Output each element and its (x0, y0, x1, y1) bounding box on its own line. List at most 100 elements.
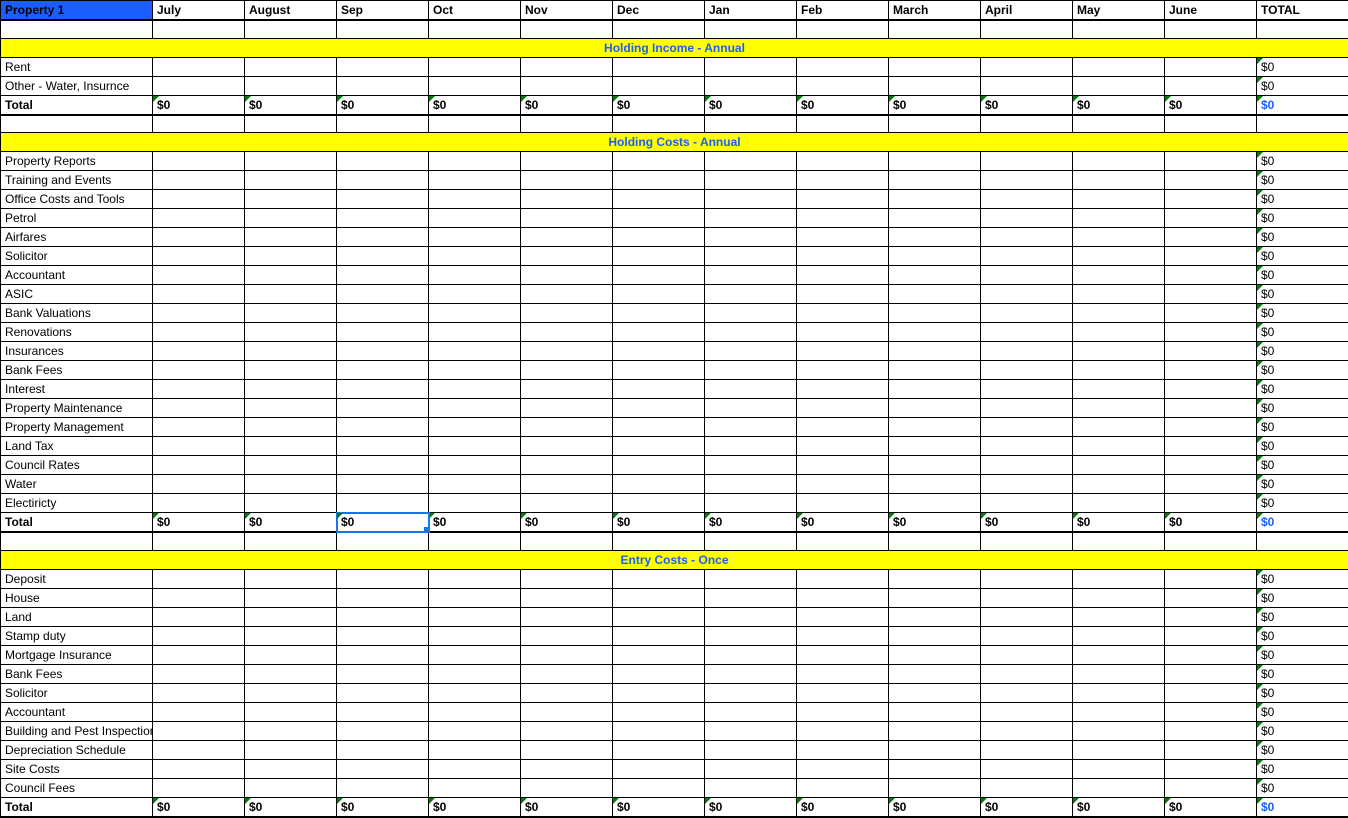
data-cell[interactable] (153, 588, 245, 607)
row-label[interactable]: Bank Fees (1, 361, 153, 380)
data-cell[interactable] (1165, 494, 1257, 513)
data-cell[interactable] (245, 228, 337, 247)
data-cell[interactable] (797, 342, 889, 361)
data-cell[interactable] (981, 645, 1073, 664)
spacer-cell[interactable] (153, 20, 245, 38)
data-cell[interactable] (245, 57, 337, 76)
row-total-cell[interactable]: $0 (1257, 361, 1348, 380)
data-cell[interactable] (613, 494, 705, 513)
data-cell[interactable] (1073, 380, 1165, 399)
spacer-cell[interactable] (1, 20, 153, 38)
row-total-cell[interactable]: $0 (1257, 645, 1348, 664)
data-cell[interactable] (153, 266, 245, 285)
row-label[interactable]: Training and Events (1, 171, 153, 190)
data-cell[interactable] (1073, 361, 1165, 380)
data-cell[interactable] (705, 152, 797, 171)
data-cell[interactable] (1073, 285, 1165, 304)
data-cell[interactable] (981, 266, 1073, 285)
data-cell[interactable] (429, 456, 521, 475)
row-label[interactable]: Depreciation Schedule (1, 740, 153, 759)
data-cell[interactable] (889, 285, 981, 304)
data-cell[interactable] (613, 361, 705, 380)
data-cell[interactable] (337, 171, 429, 190)
data-cell[interactable] (337, 569, 429, 588)
data-cell[interactable] (797, 588, 889, 607)
data-cell[interactable] (337, 740, 429, 759)
data-cell[interactable] (337, 285, 429, 304)
data-cell[interactable] (153, 190, 245, 209)
data-cell[interactable] (613, 569, 705, 588)
spacer-cell[interactable] (245, 532, 337, 550)
data-cell[interactable] (337, 190, 429, 209)
data-cell[interactable] (1073, 607, 1165, 626)
data-cell[interactable] (429, 57, 521, 76)
data-cell[interactable] (797, 304, 889, 323)
grand-total-cell[interactable]: $0 (1257, 513, 1348, 533)
data-cell[interactable] (981, 228, 1073, 247)
row-total-cell[interactable]: $0 (1257, 475, 1348, 494)
spacer-cell[interactable] (1165, 532, 1257, 550)
data-cell[interactable] (1165, 721, 1257, 740)
data-cell[interactable] (797, 645, 889, 664)
data-cell[interactable] (981, 190, 1073, 209)
row-label[interactable]: Bank Valuations (1, 304, 153, 323)
data-cell[interactable] (245, 209, 337, 228)
row-label[interactable]: Site Costs (1, 759, 153, 778)
data-cell[interactable] (1073, 228, 1165, 247)
row-total-cell[interactable]: $0 (1257, 702, 1348, 721)
data-cell[interactable] (705, 721, 797, 740)
data-cell[interactable] (521, 323, 613, 342)
total-month-cell[interactable]: $0 (245, 513, 337, 533)
data-cell[interactable] (1073, 683, 1165, 702)
data-cell[interactable] (153, 342, 245, 361)
total-month-cell[interactable]: $0 (1073, 95, 1165, 115)
spacer-cell[interactable] (705, 20, 797, 38)
data-cell[interactable] (337, 418, 429, 437)
total-month-cell[interactable]: $0 (981, 513, 1073, 533)
data-cell[interactable] (337, 588, 429, 607)
data-cell[interactable] (245, 778, 337, 797)
data-cell[interactable] (797, 285, 889, 304)
total-month-cell[interactable]: $0 (705, 95, 797, 115)
data-cell[interactable] (613, 380, 705, 399)
data-cell[interactable] (337, 304, 429, 323)
row-label[interactable]: Other - Water, Insurnce (1, 76, 153, 95)
data-cell[interactable] (429, 285, 521, 304)
row-total-cell[interactable]: $0 (1257, 418, 1348, 437)
data-cell[interactable] (1165, 399, 1257, 418)
data-cell[interactable] (613, 778, 705, 797)
data-cell[interactable] (797, 607, 889, 626)
total-month-cell[interactable]: $0 (1073, 797, 1165, 817)
data-cell[interactable] (1165, 247, 1257, 266)
data-cell[interactable] (521, 607, 613, 626)
data-cell[interactable] (245, 266, 337, 285)
row-label[interactable]: House (1, 588, 153, 607)
data-cell[interactable] (429, 190, 521, 209)
data-cell[interactable] (889, 456, 981, 475)
col-header-month-1[interactable]: August (245, 1, 337, 21)
data-cell[interactable] (153, 721, 245, 740)
data-cell[interactable] (521, 171, 613, 190)
data-cell[interactable] (613, 304, 705, 323)
data-cell[interactable] (705, 626, 797, 645)
row-label[interactable]: Accountant (1, 702, 153, 721)
total-month-cell[interactable]: $0 (1073, 513, 1165, 533)
data-cell[interactable] (153, 228, 245, 247)
row-total-cell[interactable]: $0 (1257, 588, 1348, 607)
data-cell[interactable] (429, 645, 521, 664)
data-cell[interactable] (521, 645, 613, 664)
data-cell[interactable] (889, 645, 981, 664)
data-cell[interactable] (245, 285, 337, 304)
data-cell[interactable] (521, 418, 613, 437)
data-cell[interactable] (1073, 152, 1165, 171)
total-month-cell[interactable]: $0 (153, 513, 245, 533)
data-cell[interactable] (705, 740, 797, 759)
data-cell[interactable] (705, 437, 797, 456)
data-cell[interactable] (613, 607, 705, 626)
data-cell[interactable] (1165, 361, 1257, 380)
col-header-month-10[interactable]: May (1073, 1, 1165, 21)
spacer-cell[interactable] (337, 532, 429, 550)
data-cell[interactable] (245, 588, 337, 607)
col-header-month-7[interactable]: Feb (797, 1, 889, 21)
data-cell[interactable] (429, 361, 521, 380)
